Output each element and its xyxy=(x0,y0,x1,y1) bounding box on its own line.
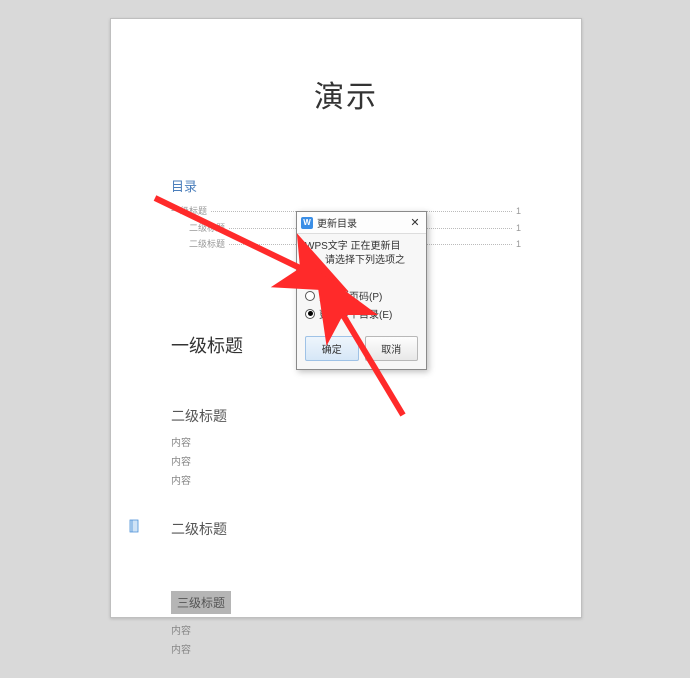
heading-2: 二级标题 xyxy=(171,406,521,426)
radio-icon xyxy=(305,291,315,301)
paragraph-marker-icon[interactable] xyxy=(128,519,142,533)
dialog-titlebar[interactable]: W 更新目录 ✕ xyxy=(297,212,426,234)
body-paragraph: 内容 xyxy=(171,436,521,451)
toc-label: 二级标题 xyxy=(189,222,225,236)
ok-button[interactable]: 确定 xyxy=(305,336,359,361)
app-icon: W xyxy=(301,217,313,229)
radio-update-page-numbers[interactable]: 只更新页码(P) xyxy=(305,288,418,303)
dialog-button-row: 确定 取消 xyxy=(297,330,426,369)
document-title: 演示 xyxy=(171,72,521,116)
toc-page-number: 1 xyxy=(516,205,521,219)
dialog-body: WPS文字 正在更新目录，请选择下列选项之一： 只更新页码(P) 更新整个目录(… xyxy=(297,234,426,330)
radio-update-entire-toc[interactable]: 更新整个目录(E) xyxy=(305,306,418,321)
body-paragraph: 内容 xyxy=(171,455,521,470)
radio-label: 更新整个目录(E) xyxy=(319,306,392,321)
body-paragraph: 内容 xyxy=(171,624,521,639)
heading-3-selected[interactable]: 三级标题 xyxy=(171,591,231,614)
toc-label: 二级标题 xyxy=(189,238,225,252)
close-icon[interactable]: ✕ xyxy=(408,216,422,230)
cancel-button[interactable]: 取消 xyxy=(365,336,419,361)
update-toc-dialog: W 更新目录 ✕ WPS文字 正在更新目录，请选择下列选项之一： 只更新页码(P… xyxy=(296,211,427,370)
toc-page-number: 1 xyxy=(516,238,521,252)
radio-label: 只更新页码(P) xyxy=(319,288,382,303)
body-paragraph: 内容 xyxy=(171,474,521,489)
body-paragraph: 内容 xyxy=(171,643,521,658)
toc-label: 一级标题 xyxy=(171,205,207,219)
heading-2: 二级标题 xyxy=(171,519,521,539)
toc-page-number: 1 xyxy=(516,222,521,236)
radio-icon xyxy=(305,309,315,319)
toc-heading: 目录 xyxy=(171,176,521,195)
dialog-message: WPS文字 正在更新目录，请选择下列选项之一： xyxy=(305,240,418,282)
dialog-title: 更新目录 xyxy=(317,215,408,230)
